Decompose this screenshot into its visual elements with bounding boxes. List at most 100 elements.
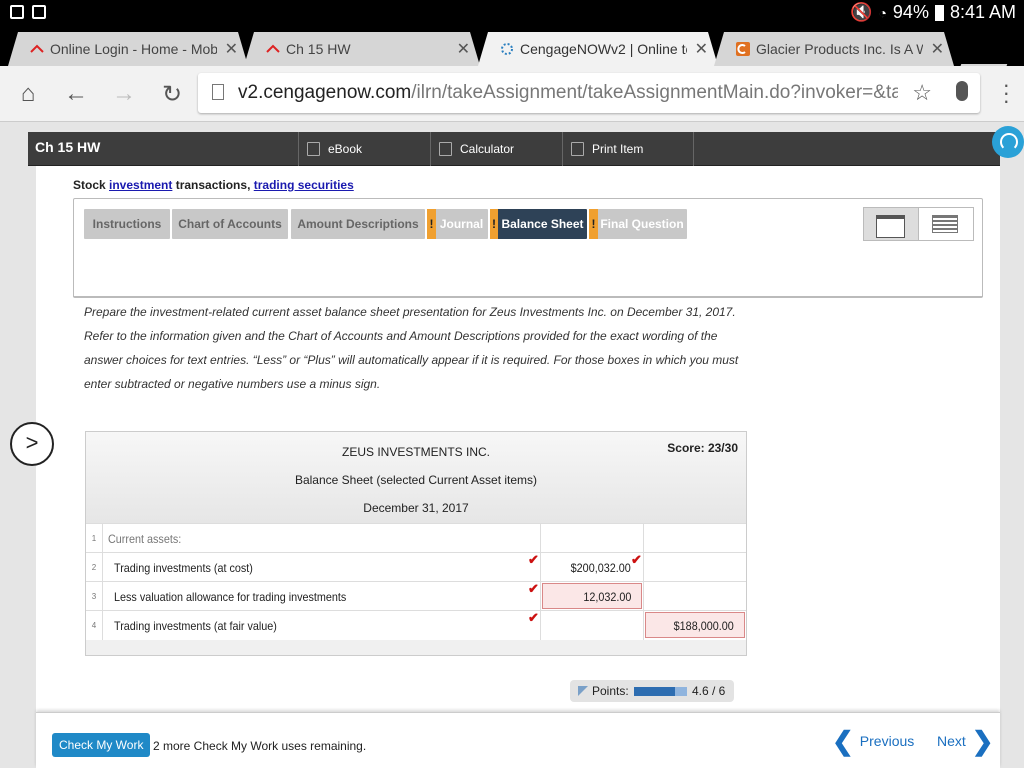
correct-check-icon: ✔ xyxy=(528,610,539,625)
tab-instructions[interactable]: Instructions xyxy=(84,209,170,239)
divider xyxy=(73,296,983,297)
browser-tab-strip: Online Login - Home - Mober ✕ Ch 15 HW ✕… xyxy=(0,26,1024,82)
row-label[interactable]: Trading investments (at cost) xyxy=(114,561,253,575)
tab-amount-descriptions[interactable]: Amount Descriptions xyxy=(291,209,425,239)
total-cell[interactable]: $188,000.00 xyxy=(643,611,746,640)
instructions-line: Prepare the investment-related current a… xyxy=(84,305,736,319)
row-label[interactable]: Current assets: xyxy=(108,532,181,546)
chevron-left-icon: ❮ xyxy=(832,726,854,756)
points-value: 4.6 / 6 xyxy=(692,684,726,698)
tab-journal[interactable]: ! Journal xyxy=(427,209,488,239)
back-arrow-icon[interactable]: ← xyxy=(62,80,90,108)
next-label: Next xyxy=(937,733,966,749)
warning-icon: ! xyxy=(427,209,436,239)
correct-check-icon: ✔ xyxy=(528,581,539,596)
tab-label: Amount Descriptions xyxy=(297,217,419,231)
assignment-header: Ch 15 HW eBook Calculator Print Item xyxy=(28,132,1000,166)
tab-title: Online Login - Home - Mober xyxy=(50,41,217,57)
browser-tab-online-login[interactable]: Online Login - Home - Mober ✕ xyxy=(8,32,248,66)
problem-title-text: transactions, xyxy=(172,178,254,192)
amount-value: 12,032.00 xyxy=(582,590,631,604)
ebook-button[interactable]: eBook xyxy=(298,132,430,166)
screenshot-icon xyxy=(10,5,24,19)
assignment-title: Ch 15 HW xyxy=(35,139,101,155)
browser-toolbar: ⌂ ← → ↻ v2.cengagenow.com/ilrn/takeAssig… xyxy=(0,66,1024,122)
balance-sheet-header: ZEUS INVESTMENTS INC. Balance Sheet (sel… xyxy=(86,432,746,523)
row-number: 1 xyxy=(86,524,103,553)
balance-sheet-worksheet: ZEUS INVESTMENTS INC. Balance Sheet (sel… xyxy=(85,431,747,656)
close-tab-icon[interactable]: ✕ xyxy=(457,39,470,59)
close-tab-icon[interactable]: ✕ xyxy=(931,39,944,59)
close-tab-icon[interactable]: ✕ xyxy=(225,39,238,59)
tab-label: Final Question xyxy=(600,217,684,231)
support-headset-icon[interactable] xyxy=(992,126,1024,158)
briefcase-icon xyxy=(32,5,46,19)
expand-panel-button[interactable]: > xyxy=(10,422,54,466)
url-domain: v2.cengagenow.com xyxy=(238,82,412,103)
status-bar: 🔇 ◔ 94% 8:41 AM xyxy=(0,0,1024,26)
tab-title: Ch 15 HW xyxy=(286,41,351,57)
browser-tab-cengagenow[interactable]: CengageNOWv2 | Online tea ✕ xyxy=(478,32,718,66)
tab-title: CengageNOWv2 | Online tea xyxy=(520,41,687,57)
tab-label: Journal xyxy=(439,217,484,231)
tab-favicon-icon xyxy=(736,42,750,56)
calculator-button[interactable]: Calculator xyxy=(430,132,562,166)
check-my-work-button[interactable]: Check My Work xyxy=(52,733,151,757)
problem-title: Stock investment transactions, trading s… xyxy=(73,178,354,192)
bookmark-star-icon[interactable]: ☆ xyxy=(912,80,932,106)
browser-tab-glacier[interactable]: Glacier Products Inc. Is A W ✕ xyxy=(714,32,954,66)
book-icon xyxy=(307,142,320,156)
url-path: /ilrn/takeAssignment/takeAssignmentMain.… xyxy=(411,82,898,103)
calculator-icon xyxy=(439,142,452,156)
close-tab-icon[interactable]: ✕ xyxy=(695,39,708,59)
previous-label: Previous xyxy=(859,733,915,749)
problem-title-text: Stock xyxy=(73,178,110,192)
tab-chart-of-accounts[interactable]: Chart of Accounts xyxy=(172,209,288,239)
row-number: 4 xyxy=(86,611,103,640)
url-text[interactable]: v2.cengagenow.com/ilrn/takeAssignment/ta… xyxy=(238,82,898,104)
row-number: 2 xyxy=(86,553,103,582)
total-cell[interactable] xyxy=(643,582,746,611)
amount-cell[interactable] xyxy=(540,611,643,640)
tab-final-question[interactable]: ! Final Question xyxy=(589,209,687,239)
print-item-button[interactable]: Print Item xyxy=(562,132,694,166)
tab-favicon-icon xyxy=(30,42,44,56)
forward-arrow-icon[interactable]: → xyxy=(110,80,138,108)
instructions-text: Prepare the investment-related current a… xyxy=(84,300,744,396)
row-label[interactable]: Less valuation allowance for trading inv… xyxy=(114,590,346,604)
amount-cell[interactable]: 12,032.00 xyxy=(540,582,643,611)
previous-button[interactable]: ❮ Previous xyxy=(832,726,915,756)
tab-label: Balance Sheet xyxy=(501,217,584,231)
investment-link[interactable]: investment xyxy=(109,178,172,192)
tab-label: Instructions xyxy=(92,217,162,231)
overflow-menu-icon[interactable]: · · · xyxy=(1003,74,1010,112)
tab-balance-sheet[interactable]: ! Balance Sheet xyxy=(490,209,587,239)
calculator-label: Calculator xyxy=(460,142,515,156)
battery-percent: 94% xyxy=(892,2,929,22)
instructions-line: answer choices for text entries. “Less” … xyxy=(84,353,739,367)
table-row: 4 Trading investments (at fair value) ✔ … xyxy=(86,610,746,640)
url-bar[interactable]: v2.cengagenow.com/ilrn/takeAssignment/ta… xyxy=(198,73,980,113)
total-cell[interactable] xyxy=(643,553,746,582)
single-view-icon[interactable] xyxy=(864,208,919,240)
trading-securities-link[interactable]: trading securities xyxy=(254,178,354,192)
points-label: Points: xyxy=(592,684,629,698)
battery-icon xyxy=(934,4,944,21)
clock: 8:41 AM xyxy=(949,2,1016,22)
list-view-icon[interactable] xyxy=(920,208,973,240)
row-label[interactable]: Trading investments (at fair value) xyxy=(114,619,277,633)
score: Score: 23/30 xyxy=(667,441,738,455)
instructions-line: enter subtracted or negative numbers use… xyxy=(84,377,381,391)
browser-tab-ch15hw[interactable]: Ch 15 HW ✕ xyxy=(244,32,480,66)
view-toggle xyxy=(863,207,974,241)
amount-cell[interactable]: $200,032.00 ✔ xyxy=(540,552,643,582)
next-button[interactable]: Next ❯ xyxy=(937,728,994,754)
tab-title: Glacier Products Inc. Is A W xyxy=(756,41,923,57)
amount-cell[interactable] xyxy=(540,524,643,553)
home-icon[interactable]: ⌂ xyxy=(14,80,42,108)
page-info-icon[interactable] xyxy=(212,84,224,100)
microphone-icon[interactable] xyxy=(956,81,968,101)
print-label: Print Item xyxy=(592,142,644,156)
total-cell[interactable] xyxy=(643,524,746,553)
reload-icon[interactable]: ↻ xyxy=(158,80,186,109)
